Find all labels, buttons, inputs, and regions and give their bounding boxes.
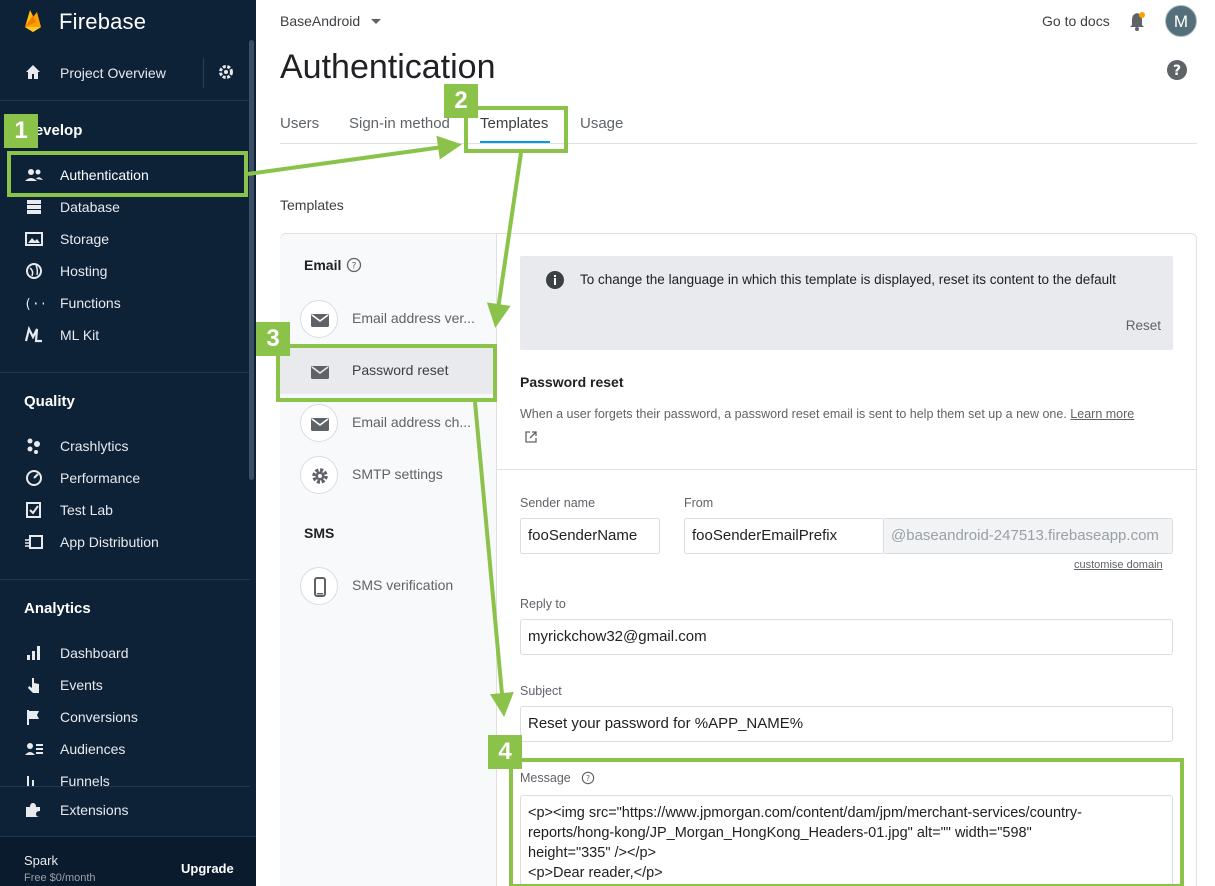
arrow-1-to-2 <box>247 135 462 176</box>
arrow-3-to-4 <box>473 401 514 717</box>
annotation-arrows <box>247 135 523 717</box>
arrow-2-to-3 <box>486 152 523 328</box>
